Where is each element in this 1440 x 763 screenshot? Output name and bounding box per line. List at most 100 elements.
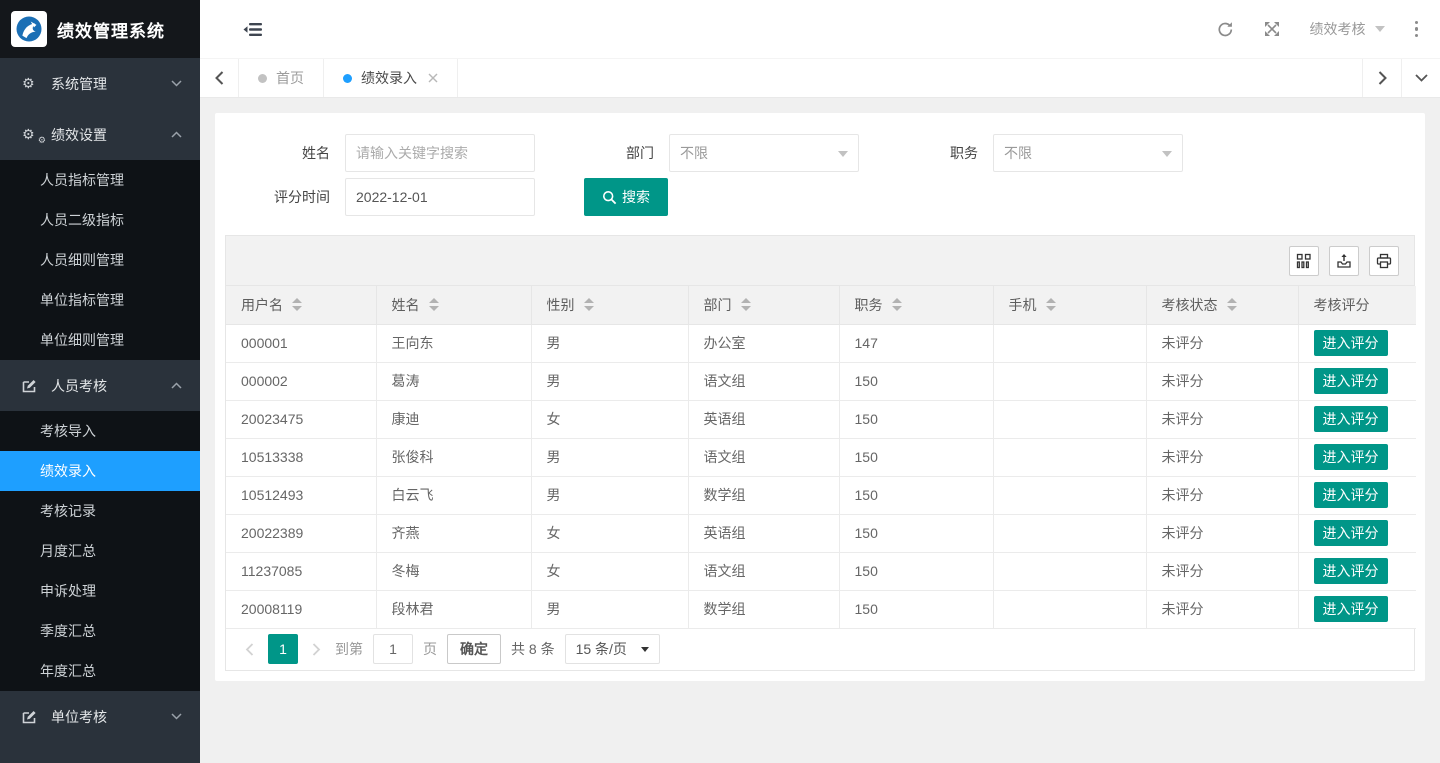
topbar: 绩效考核 [200, 0, 1440, 58]
sort-icon[interactable] [1046, 298, 1056, 311]
sidebar-item-person-rule-mgmt[interactable]: 人员细则管理 [0, 240, 200, 280]
sidebar-item-quarterly-summary[interactable]: 季度汇总 [0, 611, 200, 651]
column-header-username[interactable]: 用户名 [226, 286, 376, 324]
tabs-menu-icon[interactable] [1401, 59, 1440, 97]
job-select-value: 不限 [1004, 143, 1032, 163]
cell-action: 进入评分 [1298, 590, 1416, 628]
user-menu[interactable]: 绩效考核 [1310, 19, 1385, 39]
search-button[interactable]: 搜索 [584, 178, 668, 216]
tab-performance-entry[interactable]: 绩效录入 [324, 59, 458, 97]
close-icon[interactable] [428, 73, 438, 83]
sidebar-group-label: 系统管理 [51, 74, 171, 94]
tabs-scroll-right-icon[interactable] [1362, 59, 1401, 97]
score-date-input[interactable] [345, 178, 535, 216]
confirm-page-button[interactable]: 确定 [447, 634, 501, 664]
sidebar-item-person-secondary-indicator[interactable]: 人员二级指标 [0, 200, 200, 240]
cell-phone [993, 552, 1146, 590]
tabs-scroll-left-icon[interactable] [200, 59, 239, 97]
job-select[interactable]: 不限 [993, 134, 1183, 172]
page-size-value: 15 条/页 [576, 639, 627, 659]
enter-score-button[interactable]: 进入评分 [1314, 558, 1388, 584]
chevron-down-icon [838, 151, 848, 157]
sort-icon[interactable] [1227, 298, 1237, 311]
name-field-label: 姓名 [235, 143, 330, 163]
sidebar-item-label: 绩效录入 [40, 461, 96, 481]
next-page-icon[interactable] [308, 643, 325, 656]
tabbar: 首页 绩效录入 [200, 58, 1440, 98]
app-root: 绩效管理系统 ⚙ 系统管理 ⚙⚙ 绩效设置 人员指标管理 人员二级指标 人员 [0, 0, 1440, 763]
enter-score-button[interactable]: 进入评分 [1314, 330, 1388, 356]
cell-department: 数学组 [688, 590, 839, 628]
edit-icon [22, 710, 42, 724]
cell-phone [993, 438, 1146, 476]
enter-score-button[interactable]: 进入评分 [1314, 406, 1388, 432]
sidebar-item-annual-summary[interactable]: 年度汇总 [0, 651, 200, 691]
sort-icon[interactable] [429, 298, 439, 311]
sidebar-item-label: 单位细则管理 [40, 330, 124, 350]
tab-home[interactable]: 首页 [239, 59, 324, 97]
sidebar-item-appeal-handling[interactable]: 申诉处理 [0, 571, 200, 611]
cell-department: 数学组 [688, 476, 839, 514]
column-header-department[interactable]: 部门 [688, 286, 839, 324]
cell-action: 进入评分 [1298, 362, 1416, 400]
table-row: 000002葛涛男语文组150未评分 进入评分 [226, 362, 1416, 400]
department-select[interactable]: 不限 [669, 134, 859, 172]
sidebar-group-performance-settings[interactable]: ⚙⚙ 绩效设置 [0, 109, 200, 160]
sidebar-group-system[interactable]: ⚙ 系统管理 [0, 58, 200, 109]
export-icon[interactable] [1329, 246, 1359, 276]
column-header-assessment-status[interactable]: 考核状态 [1146, 286, 1298, 324]
sidebar-item-performance-entry[interactable]: 绩效录入 [0, 451, 200, 491]
sidebar-group-label: 单位考核 [51, 707, 171, 727]
sidebar-item-monthly-summary[interactable]: 月度汇总 [0, 531, 200, 571]
filter-columns-icon[interactable] [1289, 246, 1319, 276]
sidebar-item-unit-indicator-mgmt[interactable]: 单位指标管理 [0, 280, 200, 320]
sidebar-group-unit-assessment[interactable]: 单位考核 [0, 691, 200, 742]
refresh-icon[interactable] [1217, 21, 1234, 38]
prev-page-icon[interactable] [241, 643, 258, 656]
cell-username: 10512493 [226, 476, 376, 514]
column-header-phone[interactable]: 手机 [993, 286, 1146, 324]
column-header-gender[interactable]: 性别 [531, 286, 688, 324]
sidebar-item-label: 月度汇总 [40, 541, 96, 561]
sidebar-item-unit-rule-mgmt[interactable]: 单位细则管理 [0, 320, 200, 360]
column-header-job[interactable]: 职务 [839, 286, 993, 324]
print-icon[interactable] [1369, 246, 1399, 276]
fullscreen-icon[interactable] [1264, 21, 1280, 37]
sidebar-item-assessment-import[interactable]: 考核导入 [0, 411, 200, 451]
page-size-select[interactable]: 15 条/页 [565, 634, 660, 664]
sidebar-group-person-assessment[interactable]: 人员考核 [0, 360, 200, 411]
cell-name: 康迪 [376, 400, 531, 438]
table-row: 11237085冬梅女语文组150未评分 进入评分 [226, 552, 1416, 590]
department-select-value: 不限 [680, 143, 708, 163]
cell-status: 未评分 [1146, 362, 1298, 400]
cell-action: 进入评分 [1298, 438, 1416, 476]
sort-icon[interactable] [741, 298, 751, 311]
more-options-icon[interactable] [1415, 21, 1419, 38]
app-title: 绩效管理系统 [57, 17, 165, 42]
column-header-name[interactable]: 姓名 [376, 286, 531, 324]
sidebar-fold-icon[interactable] [243, 22, 262, 37]
enter-score-button[interactable]: 进入评分 [1314, 596, 1388, 622]
cell-phone [993, 590, 1146, 628]
enter-score-button[interactable]: 进入评分 [1314, 368, 1388, 394]
enter-score-button[interactable]: 进入评分 [1314, 444, 1388, 470]
score-date-field-label: 评分时间 [235, 187, 330, 207]
enter-score-button[interactable]: 进入评分 [1314, 482, 1388, 508]
cell-phone [993, 324, 1146, 362]
sidebar-item-assessment-records[interactable]: 考核记录 [0, 491, 200, 531]
sort-icon[interactable] [892, 298, 902, 311]
tab-status-dot [343, 74, 352, 83]
results-table: 用户名 姓名 性别 部门 职务 手机 考核状态 考核评分 [226, 286, 1416, 629]
department-field-label: 部门 [559, 143, 654, 163]
enter-score-button[interactable]: 进入评分 [1314, 520, 1388, 546]
cell-department: 语文组 [688, 552, 839, 590]
goto-page-input[interactable] [373, 634, 413, 664]
sort-icon[interactable] [292, 298, 302, 311]
total-count-label: 共 8 条 [511, 639, 555, 659]
sidebar-item-person-indicator-mgmt[interactable]: 人员指标管理 [0, 160, 200, 200]
current-page-button[interactable]: 1 [268, 634, 298, 664]
content-card: 姓名 部门 不限 职务 不限 [215, 113, 1425, 681]
filter-row-2: 评分时间 搜索 [225, 178, 1415, 216]
sort-icon[interactable] [584, 298, 594, 311]
name-search-input[interactable] [345, 134, 535, 172]
